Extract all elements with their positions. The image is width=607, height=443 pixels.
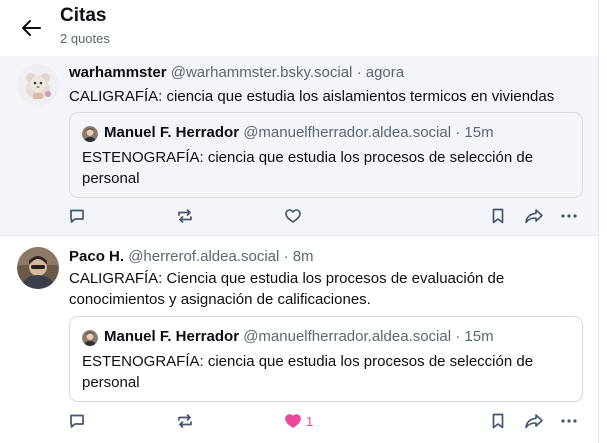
separator-dot: · (455, 328, 461, 345)
like-count: 1 (306, 413, 314, 429)
quoted-author-handle: @manuelfherrador.aldea.social (243, 328, 452, 345)
quoted-post[interactable]: Manuel F. Herrador @manuelfherrador.alde… (69, 112, 583, 198)
quoted-text: ESTENOGRAFÍA: ciencia que estudia los pr… (82, 353, 534, 391)
more-icon (561, 214, 577, 218)
back-button[interactable] (18, 14, 46, 42)
share-icon (525, 209, 543, 224)
reply-button[interactable] (68, 409, 86, 433)
bookmark-icon (492, 208, 504, 224)
reply-button[interactable] (68, 204, 86, 228)
bookmark-button[interactable] (489, 204, 507, 228)
bookmark-button[interactable] (489, 409, 507, 433)
quoted-time: 15m (464, 124, 494, 141)
like-button[interactable]: 1 (284, 409, 313, 433)
separator-dot: · (356, 64, 362, 81)
post-header: Paco H. @herrerof.aldea.social · 8m (69, 248, 314, 265)
more-options-button[interactable] (560, 204, 578, 228)
author-handle[interactable]: @herrerof.aldea.social (128, 248, 279, 265)
post-text: CALIGRAFÍA: ciencia que estudia los aisl… (69, 88, 555, 105)
more-icon (561, 419, 577, 423)
more-options-button[interactable] (560, 409, 578, 433)
quoted-text: ESTENOGRAFÍA: ciencia que estudia los pr… (82, 149, 534, 187)
repost-icon (178, 209, 192, 223)
post[interactable]: Paco H. @herrerof.aldea.social · 8m CALI… (0, 237, 598, 443)
bookmark-icon (492, 413, 504, 429)
post-actions: 1 (0, 409, 598, 433)
heart-icon (285, 414, 301, 428)
quoted-author-name: Manuel F. Herrador (104, 328, 240, 345)
share-icon (525, 414, 543, 429)
like-button[interactable] (284, 204, 306, 228)
quoted-time: 15m (464, 328, 494, 345)
separator-dot: · (283, 248, 289, 265)
quote-count: 2 quotes (60, 31, 110, 46)
author-name[interactable]: warhammster (69, 64, 167, 81)
quoted-avatar (82, 330, 98, 346)
avatar[interactable] (17, 247, 59, 289)
heart-icon (285, 209, 301, 223)
arrow-left-icon (22, 20, 41, 36)
post-time[interactable]: agora (366, 64, 404, 81)
post[interactable]: warhammster @warhammster.bsky.social · a… (0, 56, 598, 236)
repost-button[interactable] (176, 409, 194, 433)
share-button[interactable] (524, 409, 544, 433)
post-header: warhammster @warhammster.bsky.social · a… (69, 64, 404, 81)
post-actions (0, 204, 598, 228)
repost-button[interactable] (176, 204, 194, 228)
author-handle[interactable]: @warhammster.bsky.social (171, 64, 353, 81)
author-name[interactable]: Paco H. (69, 248, 124, 265)
header: Citas 2 quotes (0, 0, 598, 57)
reply-icon (70, 209, 84, 223)
quoted-author-handle: @manuelfherrador.aldea.social (243, 124, 452, 141)
page-title: Citas (60, 5, 107, 26)
quoted-author-name: Manuel F. Herrador (104, 124, 240, 141)
share-button[interactable] (524, 204, 544, 228)
reply-icon (70, 414, 84, 428)
quoted-post[interactable]: Manuel F. Herrador @manuelfherrador.alde… (69, 316, 583, 402)
post-text: CALIGRAFÍA: Ciencia que estudia los proc… (69, 270, 505, 308)
repost-icon (178, 414, 192, 428)
post-time[interactable]: 8m (293, 248, 314, 265)
quoted-header: Manuel F. Herrador @manuelfherrador.alde… (104, 124, 494, 141)
quoted-avatar (82, 126, 98, 142)
separator-dot: · (455, 124, 461, 141)
quotes-screen: Citas 2 quotes warhammster @warhammster.… (0, 0, 599, 443)
avatar[interactable] (17, 64, 59, 106)
quoted-header: Manuel F. Herrador @manuelfherrador.alde… (104, 328, 494, 345)
